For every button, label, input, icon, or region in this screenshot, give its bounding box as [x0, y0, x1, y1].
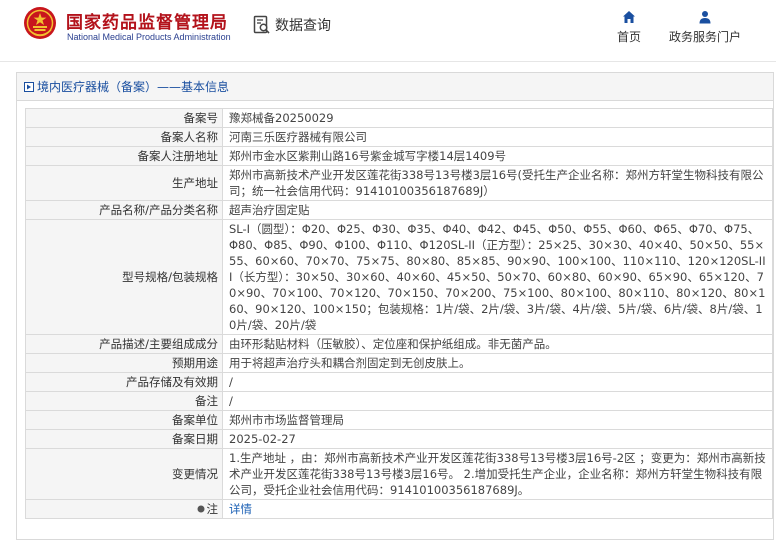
table-row: 备案单位 郑州市市场监督管理局: [25, 410, 773, 430]
site-name-en: National Medical Products Administration: [67, 32, 231, 42]
site-header: 国家药品监督管理局 National Medical Products Admi…: [0, 0, 776, 62]
field-value: /: [222, 391, 773, 411]
document-search-icon: [253, 15, 270, 34]
table-row: 产品描述/主要组成成分 由环形黏贴材料（压敏胶）、定位座和保护纸组成。非无菌产品。: [25, 334, 773, 354]
home-icon: [623, 11, 635, 23]
nav-home-label: 首页: [616, 30, 641, 44]
panel-title: 境内医疗器械（备案）——基本信息: [37, 79, 230, 94]
field-label: 备案号: [25, 108, 223, 128]
field-label: 备案人注册地址: [25, 146, 223, 166]
table-row: 生产地址 郑州市高新技术产业开发区莲花街338号13号楼3层16号(受托生产企业名…: [25, 165, 773, 201]
note-label: 注: [206, 502, 219, 516]
field-label: 预期用途: [25, 353, 223, 373]
table-row: 产品存储及有效期 /: [25, 372, 773, 392]
table-row: 备案人注册地址 郑州市金水区紫荆山路16号紫金城写字楼14层1409号: [25, 146, 773, 166]
field-label: 型号规格/包装规格: [25, 219, 223, 335]
field-label: 备案日期: [25, 429, 223, 449]
note-dot-icon: [197, 505, 204, 513]
note-row: 注详情: [25, 499, 773, 519]
site-name-cn: 国家药品监督管理局: [66, 13, 228, 33]
field-value: 郑州市金水区紫荆山路16号紫金城写字楼14层1409号: [222, 146, 773, 166]
field-value: 用于将超声治疗头和耦合剂固定到无创皮肤上。: [222, 353, 773, 373]
field-value: 郑州市市场监督管理局: [222, 410, 773, 430]
table-row: 预期用途 用于将超声治疗头和耦合剂固定到无创皮肤上。: [25, 353, 773, 373]
record-info-table: 备案号 豫郑械备20250029 备案人名称 河南三乐医疗器械有限公司 备案人注册地址郑…: [25, 108, 773, 519]
table-row: 备注 /: [25, 391, 773, 411]
nav-portal-button[interactable]: 政务服务门户: [668, 10, 742, 45]
table-row: 型号规格/包装规格 SL-I（圆型）：Φ20、Φ25、Φ30、Φ35、Φ40、Φ4…: [25, 219, 773, 335]
query-title-text: 数据查询: [275, 18, 331, 34]
field-label: 变更情况: [25, 448, 223, 500]
detail-cell: 详情: [222, 499, 773, 519]
field-label: 备案人名称: [25, 127, 223, 147]
field-value: 郑州市高新技术产业开发区莲花街338号13号楼3层16号(受托生产企业名称：郑州…: [222, 165, 773, 201]
note-label-cell: 注: [25, 499, 223, 519]
nav-portal-label: 政务服务门户: [668, 30, 741, 44]
data-query-title: 数据查询: [253, 14, 331, 36]
detail-link[interactable]: 详情: [229, 502, 252, 516]
field-value: /: [222, 372, 773, 392]
arrow-right-icon: [24, 81, 34, 92]
national-emblem-icon: [24, 7, 56, 39]
field-label: 产品描述/主要组成成分: [25, 334, 223, 354]
panel-title-bar: 境内医疗器械（备案）——基本信息: [17, 73, 773, 101]
field-value: 超声治疗固定贴: [222, 200, 773, 220]
field-label: 生产地址: [25, 165, 223, 201]
field-label: 产品存储及有效期: [25, 372, 223, 392]
table-row: 产品名称/产品分类名称 超声治疗固定贴: [25, 200, 773, 220]
table-row: 变更情况 1.生产地址 ，由：郑州市高新技术产业开发区莲花街338号13号楼3层1…: [25, 448, 773, 500]
user-icon: [699, 11, 711, 24]
field-value: 2025-02-27: [222, 429, 773, 449]
field-value: 豫郑械备20250029: [222, 108, 773, 128]
field-value: SL-I（圆型）：Φ20、Φ25、Φ30、Φ35、Φ40、Φ42、Φ45、Φ50…: [222, 219, 773, 335]
field-label: 备案单位: [25, 410, 223, 430]
table-row: 备案号 豫郑械备20250029: [25, 108, 773, 128]
field-label: 产品名称/产品分类名称: [25, 200, 223, 220]
record-panel: 境内医疗器械（备案）——基本信息 备案号 豫郑械备20250029 备案人名称 河南三…: [16, 72, 774, 540]
field-label: 备注: [25, 391, 223, 411]
table-row: 备案人名称 河南三乐医疗器械有限公司: [25, 127, 773, 147]
field-value: 河南三乐医疗器械有限公司: [222, 127, 773, 147]
field-value: 由环形黏贴材料（压敏胶）、定位座和保护纸组成。非无菌产品。: [222, 334, 773, 354]
table-row: 备案日期 2025-02-27: [25, 429, 773, 449]
field-value: 1.生产地址 ，由：郑州市高新技术产业开发区莲花街338号13号楼3层16号-2…: [222, 448, 773, 500]
nav-home-button[interactable]: 首页: [615, 10, 643, 45]
